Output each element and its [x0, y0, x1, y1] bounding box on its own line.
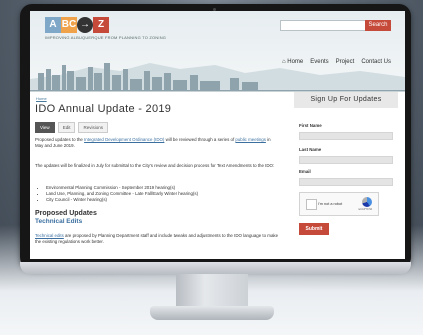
- page-title: IDO Annual Update - 2019: [35, 103, 172, 115]
- signup-sidebar: Sign Up For Updates First Name Last Name…: [294, 92, 398, 242]
- tabs: View Edit Revisions: [35, 122, 108, 133]
- logo-letter-a: A: [45, 17, 61, 33]
- tab-edit[interactable]: Edit: [57, 122, 76, 133]
- tab-revisions[interactable]: Revisions: [78, 122, 108, 133]
- first-name-label: First Name: [299, 123, 322, 128]
- intro-paragraph: Proposed updates to the Integrated Devel…: [35, 137, 280, 149]
- nav-contact-us[interactable]: Contact Us: [361, 59, 391, 65]
- technical-edits-paragraph: Technical edits are proposed by Planning…: [35, 233, 280, 245]
- recaptcha-brand: reCAPTCHA: [358, 208, 373, 211]
- email-field[interactable]: [299, 178, 393, 186]
- city-skyline-illustration: [30, 63, 405, 91]
- first-name-field[interactable]: [299, 132, 393, 140]
- nav-events[interactable]: Events: [310, 59, 328, 65]
- public-meetings-link[interactable]: public meetings: [235, 137, 266, 142]
- sub-heading: Technical Edits: [35, 218, 83, 225]
- intro-text-b: will be reviewed through a series of: [164, 137, 236, 142]
- nav-home-label: Home: [287, 59, 304, 65]
- tab-view[interactable]: View: [35, 122, 55, 133]
- search-button[interactable]: Search: [365, 20, 391, 31]
- home-icon: ⌂: [281, 59, 286, 65]
- recaptcha-icon: [362, 197, 372, 207]
- monitor-base: [150, 306, 274, 320]
- main-nav: ⌂ Home Events Project Contact Us: [282, 59, 391, 65]
- nav-project[interactable]: Project: [336, 59, 355, 65]
- screen: A BC → Z IMPROVING ALBUQUERQUE FROM PLAN…: [30, 11, 405, 259]
- last-name-label: Last Name: [299, 147, 322, 152]
- intro-text-a: Proposed updates to the: [35, 137, 85, 142]
- submit-button[interactable]: Submit: [299, 223, 329, 235]
- site-logo[interactable]: A BC → Z: [45, 17, 109, 33]
- recaptcha-checkbox[interactable]: [306, 199, 317, 210]
- logo-letter-z: Z: [93, 17, 109, 33]
- recaptcha-label: I'm not a robot: [318, 202, 343, 206]
- section-heading: Proposed Updates: [35, 210, 97, 217]
- last-name-field[interactable]: [299, 156, 393, 164]
- main-content: Home IDO Annual Update - 2019 View Edit …: [30, 92, 285, 259]
- search-input[interactable]: [280, 20, 366, 31]
- technical-edits-link[interactable]: Technical edits: [35, 233, 64, 238]
- email-label: Email: [299, 169, 311, 174]
- monitor-stand: [176, 274, 248, 310]
- signup-heading: Sign Up For Updates: [294, 92, 398, 108]
- nav-home[interactable]: ⌂ Home: [282, 59, 303, 65]
- logo-letter-bc: BC: [61, 17, 77, 33]
- monitor-chin: [20, 262, 411, 274]
- site-header: A BC → Z IMPROVING ALBUQUERQUE FROM PLAN…: [30, 11, 405, 92]
- ido-link[interactable]: Integrated Development Ordinance (IDO): [84, 137, 164, 142]
- logo-arrow-icon: →: [77, 17, 93, 33]
- breadcrumb[interactable]: Home: [36, 96, 47, 101]
- list-item: City Council - Winter hearing(s): [46, 197, 198, 203]
- recaptcha-widget: I'm not a robot reCAPTCHA: [299, 192, 379, 216]
- hearing-list: Environmental Planning Commission - Sept…: [46, 185, 198, 203]
- site-tagline: IMPROVING ALBUQUERQUE FROM PLANNING TO Z…: [45, 35, 167, 40]
- schedule-paragraph: The updates will be finalized in July fo…: [35, 163, 275, 168]
- technical-edits-text: are proposed by Planning Department staf…: [35, 233, 279, 244]
